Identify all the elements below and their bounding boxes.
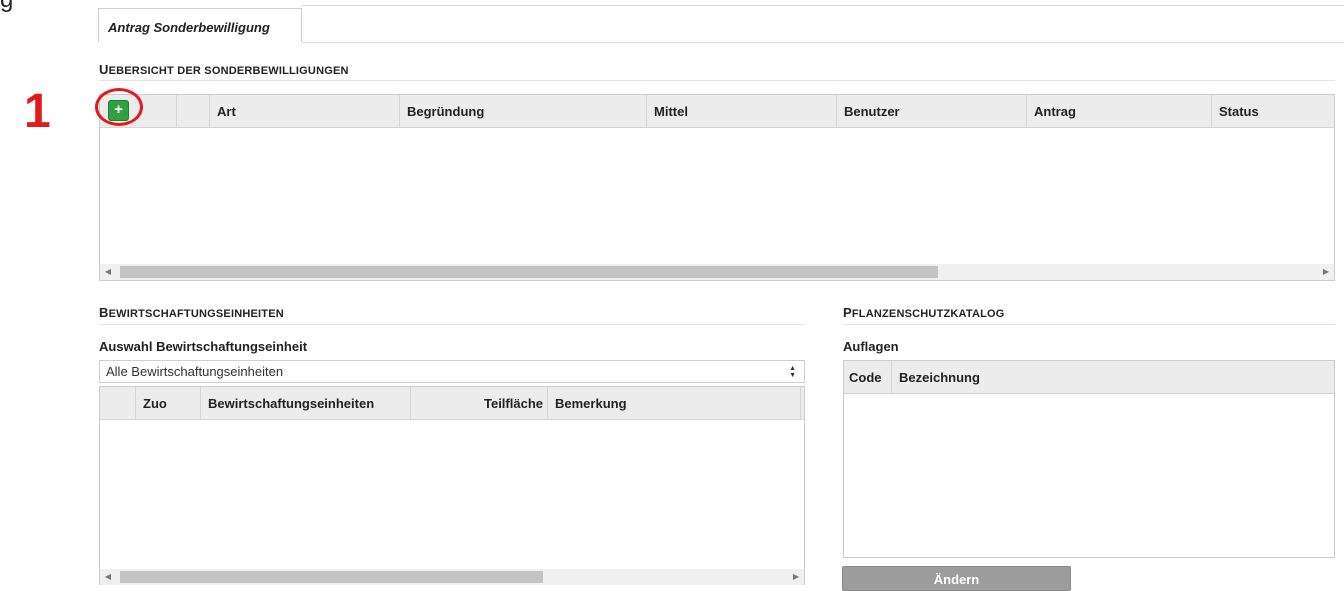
- auswahl-label: Auswahl Bewirtschaftungseinheit: [99, 339, 308, 354]
- bewirtschaftung-section-title: Bewirtschaftungseinheiten: [99, 305, 284, 320]
- column-header-status[interactable]: Status: [1212, 95, 1334, 127]
- header-checkbox-cell: [100, 387, 136, 419]
- scroll-left-icon[interactable]: ◀: [100, 569, 116, 585]
- column-header-art[interactable]: Art: [210, 95, 400, 127]
- tab-baseline: [302, 42, 1344, 43]
- column-header-benutzer[interactable]: Benutzer: [837, 95, 1027, 127]
- column-header-bezeichnung[interactable]: Bezeichnung: [892, 361, 1334, 393]
- column-header-bemerkung[interactable]: Bemerkung: [548, 387, 801, 419]
- horizontal-scrollbar[interactable]: ◀ ▶: [100, 264, 1334, 280]
- bewirtschaftung-grid: Zuo Bewirtschaftungseinheiten Teilfläche…: [99, 386, 805, 585]
- auflagen-grid-header: Code Bezeichnung: [844, 361, 1334, 394]
- uebersicht-section-title: Uebersicht der Sonderbewilligungen: [99, 62, 349, 77]
- pflanzenschutz-divider: [843, 324, 1335, 325]
- bewirtschaftungseinheit-select[interactable]: Alle Bewirtschaftungseinheiten ▲ ▼: [99, 360, 805, 383]
- column-header-bewirtschaftungseinheiten[interactable]: Bewirtschaftungseinheiten: [201, 387, 411, 419]
- column-header-teilflaeche[interactable]: Teilfläche: [411, 387, 548, 419]
- bewirtschaftung-horizontal-scrollbar[interactable]: ◀ ▶: [100, 569, 804, 585]
- column-header-mittel[interactable]: Mittel: [647, 95, 837, 127]
- auflagen-label: Auflagen: [843, 339, 899, 354]
- column-header-zuo[interactable]: Zuo: [136, 387, 201, 419]
- column-header-antrag[interactable]: Antrag: [1027, 95, 1212, 127]
- bewirtschaftung-grid-header: Zuo Bewirtschaftungseinheiten Teilfläche…: [100, 387, 804, 420]
- aendern-button[interactable]: Ändern: [842, 566, 1071, 591]
- header-empty-cell: [177, 95, 210, 127]
- select-value: Alle Bewirtschaftungseinheiten: [106, 364, 284, 379]
- scrollbar-thumb[interactable]: [120, 571, 543, 583]
- select-arrows-icon: ▲ ▼: [789, 365, 796, 379]
- column-header-code[interactable]: Code: [844, 361, 892, 393]
- annotation-number: 1: [24, 85, 51, 138]
- uebersicht-divider: [99, 80, 1335, 81]
- scroll-right-icon[interactable]: ▶: [1318, 264, 1334, 280]
- scroll-left-icon[interactable]: ◀: [100, 264, 116, 280]
- sonderbewilligungen-grid: + Art Begründung Mittel Benutzer Antrag …: [99, 94, 1335, 281]
- pflanzenschutz-section-title: Pflanzenschutzkatalog: [843, 305, 1005, 320]
- bewirtschaftung-divider: [99, 324, 805, 325]
- cut-off-heading: g: [0, 0, 13, 14]
- annotation-circle: [95, 88, 143, 126]
- scroll-right-icon[interactable]: ▶: [788, 569, 804, 585]
- grid-header: + Art Begründung Mittel Benutzer Antrag …: [100, 95, 1334, 128]
- scrollbar-thumb[interactable]: [120, 266, 938, 278]
- auflagen-grid: Code Bezeichnung: [843, 360, 1335, 558]
- tab-antrag-sonderbewilligung[interactable]: Antrag Sonderbewilligung: [98, 8, 302, 42]
- top-divider: [302, 5, 1344, 6]
- column-header-begruendung[interactable]: Begründung: [400, 95, 647, 127]
